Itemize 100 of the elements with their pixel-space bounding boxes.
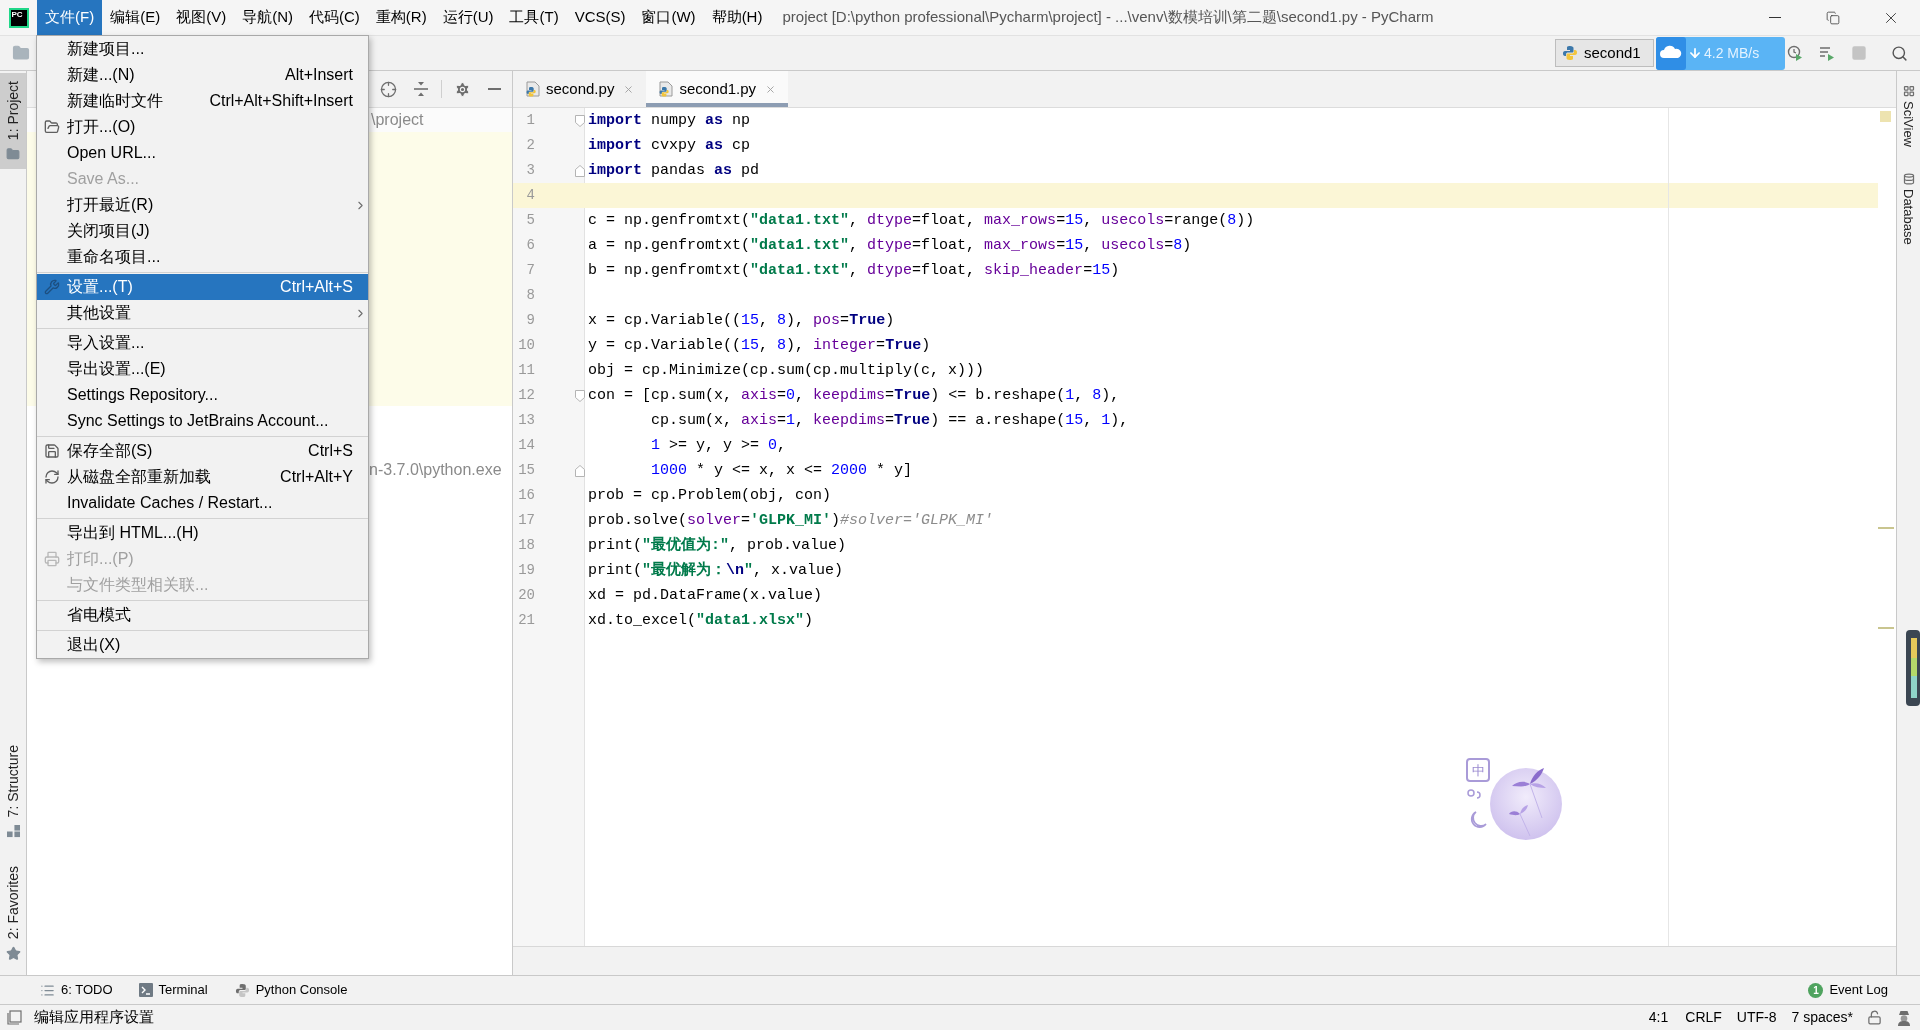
menu-bar-item[interactable]: 编辑(E) — [102, 0, 169, 35]
editor-tab[interactable]: second1.py — [646, 71, 789, 107]
settings-icon[interactable] — [454, 80, 471, 98]
folder-icon — [6, 147, 20, 162]
line-separator[interactable]: CRLF — [1685, 1007, 1722, 1028]
menu-item[interactable]: 新建项目... — [37, 36, 368, 62]
close-icon[interactable] — [765, 83, 777, 95]
menu-bar-item[interactable]: 代码(C) — [301, 0, 368, 35]
menu-item[interactable]: 退出(X) — [37, 632, 368, 658]
stop-icon[interactable] — [1851, 45, 1867, 61]
line-number: 6 — [525, 236, 535, 255]
line-number: 9 — [525, 311, 535, 330]
tool-window-tab[interactable]: Database — [1898, 173, 1919, 245]
database-icon — [1902, 173, 1915, 185]
structure-icon — [6, 824, 20, 838]
folder-open-icon — [44, 119, 60, 135]
search-icon[interactable] — [1891, 44, 1908, 62]
menu-bar-item[interactable]: 工具(T) — [501, 0, 567, 35]
file-encoding[interactable]: UTF-8 — [1736, 1007, 1777, 1028]
menu-item[interactable]: Settings Repository... — [37, 382, 368, 408]
crosshair-icon[interactable] — [380, 80, 397, 98]
python-file-icon — [658, 81, 675, 97]
person-hat-icon[interactable] — [1896, 1009, 1912, 1026]
tool-window-tab[interactable]: 2: Favorites — [0, 859, 26, 967]
window-title: project [D:\python professional\Pycharm\project] - ...\venv\数模培训\第二题\second1.py - PyCharm — [782, 7, 1434, 28]
line-number: 15 — [517, 461, 535, 480]
caret-position[interactable]: 4:1 — [1648, 1007, 1669, 1028]
indent-setting[interactable]: 7 spaces* — [1791, 1007, 1853, 1028]
menu-bar-item[interactable]: 文件(F) — [37, 0, 103, 35]
tool-window-tab[interactable]: Python Console — [234, 980, 348, 1000]
fold-marker-icon[interactable] — [575, 389, 585, 402]
menu-item[interactable]: 导出到 HTML...(H) — [37, 520, 368, 546]
menu-bar-item[interactable]: 视图(V) — [168, 0, 235, 35]
window-toggle-icon[interactable] — [7, 1010, 22, 1025]
fold-marker-icon[interactable] — [575, 464, 585, 477]
menu-item[interactable]: 新建临时文件 Ctrl+Alt+Shift+Insert — [37, 88, 368, 114]
line-number: 5 — [525, 211, 535, 230]
count-badge: 1 — [1808, 982, 1824, 998]
menu-item[interactable]: 导入设置... — [37, 330, 368, 356]
collapse-all-icon[interactable] — [413, 81, 429, 97]
clock-play-icon[interactable] — [1787, 45, 1803, 61]
menu-shortcut: Ctrl+Alt+S — [280, 277, 353, 297]
list-play-icon[interactable] — [1819, 45, 1835, 61]
folder-icon[interactable] — [12, 44, 30, 62]
line-number: 16 — [517, 486, 535, 505]
menu-item[interactable]: Open URL... — [37, 140, 368, 166]
code-line: print("最优值为:", prob.value) — [588, 535, 847, 556]
minimize-icon — [1769, 17, 1781, 18]
line-number: 1 — [525, 111, 535, 130]
menu-item[interactable]: 省电模式 — [37, 602, 368, 628]
tool-window-tab[interactable]: 7: Structure — [0, 739, 26, 844]
code-line: prob = cp.Problem(obj, con) — [588, 486, 832, 506]
tool-window-tab[interactable]: Terminal — [138, 980, 208, 1000]
menu-bar-item[interactable]: VCS(S) — [566, 0, 634, 35]
menu-bar-item[interactable]: 导航(N) — [234, 0, 301, 35]
menu-item[interactable]: Invalidate Caches / Restart... — [37, 490, 368, 516]
tool-window-tab[interactable]: SciView — [1898, 85, 1919, 147]
menu-shortcut: Alt+Insert — [284, 65, 353, 85]
menu-item[interactable]: 打开...(O) — [37, 114, 368, 140]
printer-icon — [44, 551, 60, 567]
code-line: prob.solve(solver='GLPK_MI')#solver='GLPK_MI' — [588, 511, 994, 531]
menu-item[interactable]: Sync Settings to JetBrains Account... — [37, 408, 368, 434]
event-log-button[interactable]: 1 Event Log — [1808, 980, 1888, 1000]
menu-item[interactable]: 新建...(N) Alt+Insert — [37, 62, 368, 88]
menu-item[interactable]: 重命名项目... — [37, 244, 368, 270]
code-line: xd.to_excel("data1.xlsx") — [588, 611, 814, 631]
menu-item[interactable]: 关闭项目(J) — [37, 218, 368, 244]
menu-item[interactable]: 从磁盘全部重新加载 Ctrl+Alt+Y — [37, 464, 368, 490]
code-line: obj = cp.Minimize(cp.sum(cp.multiply(c, x))) — [588, 361, 985, 381]
menu-item[interactable]: 打开最近(R) — [37, 192, 368, 218]
menu-item[interactable]: 保存全部(S) Ctrl+S — [37, 438, 368, 464]
menu-item[interactable]: 导出设置...(E) — [37, 356, 368, 382]
code-line: xd = pd.DataFrame(x.value) — [588, 586, 823, 606]
menu-bar-item[interactable]: 窗口(W) — [633, 0, 704, 35]
tool-window-tab[interactable]: 1: Project — [0, 73, 26, 170]
menu-bar-item[interactable]: 重构(R) — [367, 0, 435, 35]
menu-bar-item[interactable]: 帮助(H) — [703, 0, 771, 35]
menu-shortcut: Ctrl+S — [308, 441, 353, 461]
fold-marker-icon[interactable] — [575, 114, 585, 127]
menu-bar-item[interactable]: 运行(U) — [434, 0, 502, 35]
lock-open-icon[interactable] — [1867, 1010, 1882, 1025]
star-icon — [5, 946, 21, 961]
download-speed: 4.2 MB/s — [1704, 43, 1760, 63]
line-number: 2 — [525, 136, 535, 155]
run-config-select[interactable]: second1 — [1555, 39, 1654, 67]
close-icon[interactable] — [623, 83, 635, 95]
tree-item[interactable]: n-3.7.0\python.exe — [369, 458, 502, 482]
fold-marker-icon[interactable] — [575, 164, 585, 177]
code-line: y = cp.Variable((15, 8), integer=True) — [588, 336, 931, 356]
line-number: 17 — [517, 511, 535, 530]
app-logo: PC — [8, 7, 29, 28]
editor-tab[interactable]: second.py — [513, 71, 647, 107]
menu-item[interactable]: 其他设置 — [37, 300, 368, 326]
status-message: 编辑应用程序设置 — [34, 1007, 154, 1028]
grid-icon — [1902, 85, 1915, 97]
menu-item[interactable]: 设置...(T) Ctrl+Alt+S — [37, 274, 368, 300]
line-number: 4 — [525, 186, 535, 205]
download-arrow-icon — [1688, 46, 1702, 60]
tool-window-tab[interactable]: 6: TODO — [40, 980, 113, 1000]
code-line: import numpy as np — [588, 111, 751, 131]
